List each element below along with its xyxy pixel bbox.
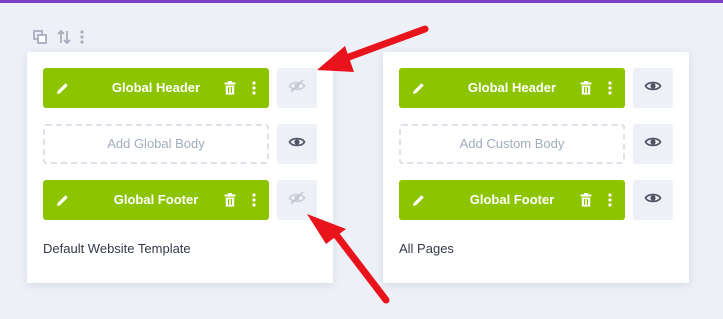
annotation-arrows: [307, 25, 429, 304]
annotation-arrow-header: [317, 25, 429, 72]
annotation-arrow-footer: [307, 214, 390, 304]
